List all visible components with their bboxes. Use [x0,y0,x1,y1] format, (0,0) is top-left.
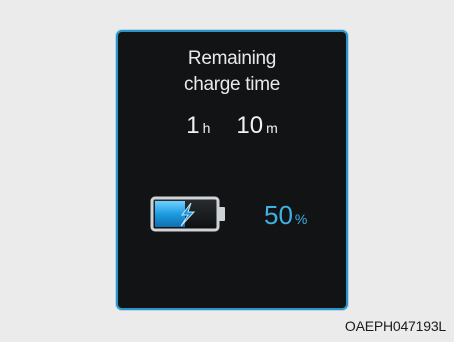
minutes-unit: m [266,120,278,136]
charge-time-panel: Remaining charge time 1 h 10 m 50% [116,30,348,310]
remaining-time: 1 h 10 m [118,112,346,140]
charge-percentage: 50% [264,200,307,231]
battery-charge-fill [155,201,185,227]
minutes-value: 10 [236,112,264,139]
image-code: OAEPH047193L [344,318,446,334]
percent-value: 50 [264,200,293,230]
battery-terminal [219,207,225,221]
remaining-label: Remaining [187,48,277,69]
percent-unit: % [294,211,308,227]
hours-value: 1 [186,112,200,139]
hours-unit: h [202,120,211,136]
charge-time-label: charge time [184,74,280,95]
charging-battery-icon [150,196,225,232]
